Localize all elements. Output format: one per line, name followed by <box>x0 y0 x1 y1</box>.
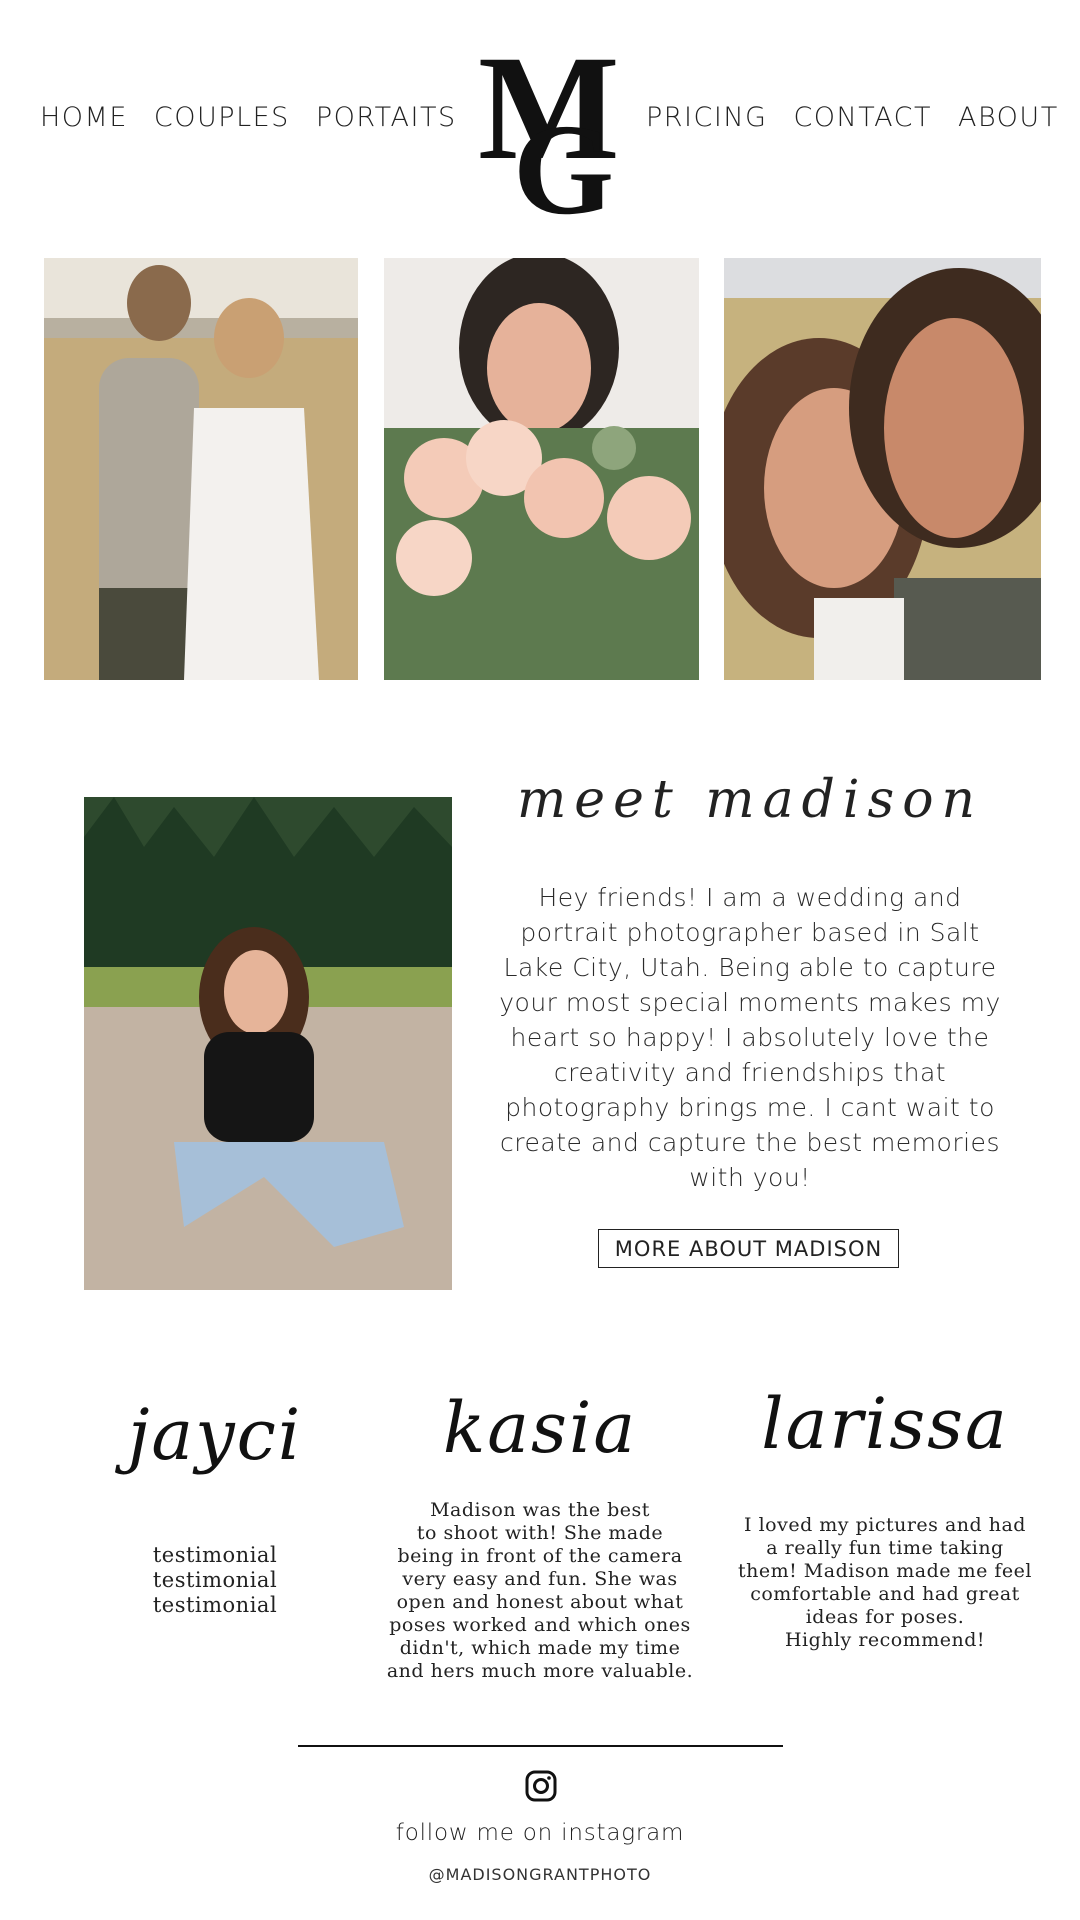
testimonial-card: jayci testimonial testimonial testimonia… <box>115 1395 315 1618</box>
instagram-handle[interactable]: @MADISONGRANTPHOTO <box>340 1865 740 1884</box>
testimonial-card: larissa I loved my pictures and had a re… <box>730 1384 1040 1652</box>
nav-contact[interactable]: CONTACT <box>793 102 932 133</box>
nav-right: PRICING CONTACT ABOUT <box>646 95 1059 139</box>
testimonial-name: kasia <box>442 1387 638 1469</box>
svg-text:G: G <box>513 98 614 218</box>
more-about-button[interactable]: MORE ABOUT MADISON <box>598 1229 899 1268</box>
nav-pricing[interactable]: PRICING <box>646 102 767 133</box>
testimonial-card: kasia Madison was the best to shoot with… <box>385 1388 695 1683</box>
nav-home[interactable]: HOME <box>40 102 128 133</box>
meet-madison-title: meet madison <box>517 770 983 830</box>
nav-left: HOME COUPLES PORTAITS <box>40 95 457 139</box>
follow-instagram-text[interactable]: follow me on instagram <box>340 1820 740 1846</box>
about-bio: Hey friends! I am a wedding and portrait… <box>499 883 1001 1192</box>
instagram-icon[interactable] <box>525 1770 557 1802</box>
nav-about[interactable]: ABOUT <box>958 102 1059 133</box>
madison-portrait-photo <box>84 797 452 1290</box>
testimonial-quote: testimonial testimonial testimonial <box>152 1543 278 1617</box>
testimonial-quote: Madison was the best to shoot with! She … <box>386 1499 694 1682</box>
testimonial-name: larissa <box>761 1383 1009 1465</box>
testimonial-name: jayci <box>127 1394 303 1476</box>
footer-divider <box>298 1745 783 1747</box>
couple-field-photo <box>44 258 358 680</box>
portrait-flowers-photo <box>384 258 699 680</box>
nav-portraits[interactable]: PORTAITS <box>316 102 457 133</box>
mg-logo[interactable]: M G <box>478 25 620 242</box>
nav-couples[interactable]: COUPLES <box>154 102 290 133</box>
testimonial-quote: I loved my pictures and had a really fun… <box>738 1514 1032 1651</box>
couple-closeup-photo <box>724 258 1041 680</box>
